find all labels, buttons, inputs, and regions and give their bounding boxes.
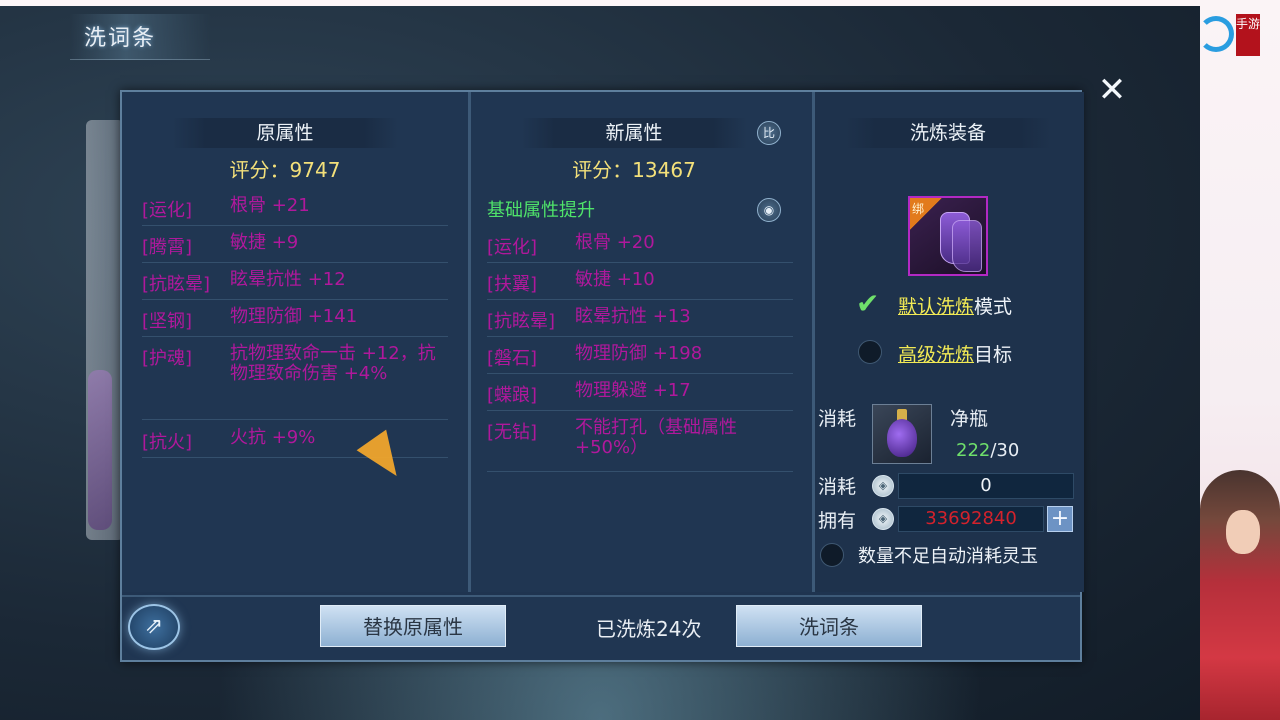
- share-icon[interactable]: ⇗: [128, 604, 180, 650]
- attribute-row: [护魂] 抗物理致命一击 +12，抗物理致命伤害 +4%: [142, 344, 448, 420]
- compare-icon[interactable]: 比: [757, 121, 781, 145]
- default-mode-option: 默认洗炼模式: [898, 292, 1012, 319]
- own-label: 拥有: [818, 510, 857, 532]
- potion-icon: [887, 419, 917, 457]
- item-name: 净瓶: [950, 408, 989, 430]
- attribute-row: [坚钢] 物理防御 +141: [142, 307, 448, 337]
- checkmark-icon[interactable]: ✔: [856, 290, 886, 318]
- default-mode-suffix: 模式: [974, 296, 1013, 318]
- attribute-value: 敏捷 +10: [575, 269, 655, 290]
- attribute-value: 物理躲避 +17: [575, 380, 691, 401]
- attribute-tag: [腾霄]: [142, 237, 193, 258]
- consume-value-field: 0: [898, 473, 1074, 499]
- auto-consume-text: 数量不足自动消耗灵玉: [858, 546, 1038, 567]
- attribute-tag: [扶翼]: [487, 274, 538, 295]
- advanced-mode-suffix: 目标: [974, 344, 1013, 366]
- attribute-value: 根骨 +21: [230, 195, 310, 216]
- equipment-slot[interactable]: 绑: [908, 196, 988, 276]
- basic-upgrade-text: 基础属性提升: [487, 200, 595, 221]
- attribute-value: 物理防御 +198: [575, 343, 703, 364]
- replace-attributes-button[interactable]: 替换原属性: [320, 605, 506, 647]
- advanced-mode-option: 高级洗炼目标: [898, 340, 1012, 367]
- attribute-tag: [磐石]: [487, 348, 538, 369]
- attribute-tag: [运化]: [487, 237, 538, 258]
- attribute-value: 物理防御 +141: [230, 306, 358, 327]
- attribute-value: 眩晕抗性 +12: [230, 269, 346, 290]
- attribute-tag: [运化]: [142, 200, 193, 221]
- new-attributes-header: 新属性: [521, 118, 747, 148]
- attribute-value: 抗物理致命一击 +12，抗物理致命伤害 +4%: [230, 343, 436, 384]
- attribute-tag: [蝶踉]: [487, 385, 538, 406]
- coin-icon: ◈: [872, 508, 894, 530]
- advanced-mode-radio[interactable]: [858, 340, 882, 364]
- advanced-mode-link[interactable]: 高级洗炼: [898, 344, 974, 366]
- window-title: 洗词条: [84, 26, 157, 51]
- attribute-tag: [坚钢]: [142, 311, 193, 332]
- attribute-tag: [抗眩晕]: [142, 274, 211, 295]
- attribute-row: [扶翼] 敏捷 +10: [487, 270, 793, 300]
- attribute-row: [运化] 根骨 +20: [487, 233, 793, 263]
- item-count: 222/30: [956, 440, 1019, 461]
- attribute-value: 根骨 +20: [575, 232, 655, 253]
- own-value-field: 33692840: [898, 506, 1044, 532]
- attribute-tag: [抗火]: [142, 432, 193, 453]
- new-score: 评分：13467: [572, 158, 696, 182]
- character-art: [1200, 470, 1280, 720]
- attribute-row: [无钻] 不能打孔（基础属性+50%）: [487, 418, 793, 472]
- item-have: 222: [956, 440, 991, 461]
- attribute-row: [抗眩晕] 眩晕抗性 +12: [142, 270, 448, 300]
- attribute-value: 敏捷 +9: [230, 232, 299, 253]
- refine-equipment-header: 洗炼装备: [845, 118, 1051, 148]
- potion-slot[interactable]: [872, 404, 932, 464]
- attribute-row: [运化] 根骨 +21: [142, 196, 448, 226]
- attribute-tag: [护魂]: [142, 348, 193, 369]
- original-attributes-column: 原属性 评分：9747 [运化] 根骨 +21 [腾霄] 敏捷 +9 [抗眩晕]…: [122, 92, 468, 592]
- attribute-row: [腾霄] 敏捷 +9: [142, 233, 448, 263]
- attribute-tag: [无钻]: [487, 422, 538, 443]
- attribute-row: [磐石] 物理防御 +198: [487, 344, 793, 374]
- consume-label-2: 消耗: [818, 476, 857, 498]
- attribute-row: [抗眩晕] 眩晕抗性 +13: [487, 307, 793, 337]
- brand-swirl-icon: [1198, 16, 1234, 52]
- character-face: [1226, 510, 1260, 554]
- attribute-value: 眩晕抗性 +13: [575, 306, 691, 327]
- bind-label: 绑: [912, 202, 925, 216]
- wash-entries-button[interactable]: 洗词条: [736, 605, 922, 647]
- attribute-value: 不能打孔（基础属性+50%）: [575, 417, 737, 458]
- original-score: 评分：9747: [229, 158, 341, 182]
- refine-count-text: 已洗炼24次: [596, 617, 702, 641]
- auto-consume-radio[interactable]: [820, 543, 844, 567]
- ribbon-decoration: [88, 370, 112, 530]
- boots-icon-secondary: [952, 220, 982, 272]
- coin-icon: ◈: [872, 475, 894, 497]
- close-icon[interactable]: ✕: [1094, 72, 1130, 108]
- original-attributes-header: 原属性: [172, 118, 398, 148]
- attribute-value: 火抗 +9%: [230, 427, 316, 448]
- add-currency-button[interactable]: +: [1047, 506, 1073, 532]
- item-need: /30: [990, 440, 1020, 461]
- attribute-row: [蝶踉] 物理躲避 +17: [487, 381, 793, 411]
- consume-label: 消耗: [818, 408, 857, 430]
- basic-upgrade-label: 基础属性提升: [487, 196, 793, 226]
- new-attributes-column: 新属性 比 评分：13467 基础属性提升 ◉ [运化] 根骨 +20 [扶翼]…: [468, 92, 812, 592]
- brand-logo: 手游: [1236, 14, 1260, 56]
- detail-icon[interactable]: ◉: [757, 198, 781, 222]
- default-mode-link[interactable]: 默认洗炼: [898, 296, 974, 318]
- refine-panel: 原属性 评分：9747 [运化] 根骨 +21 [腾霄] 敏捷 +9 [抗眩晕]…: [120, 90, 1084, 662]
- attribute-tag: [抗眩晕]: [487, 311, 556, 332]
